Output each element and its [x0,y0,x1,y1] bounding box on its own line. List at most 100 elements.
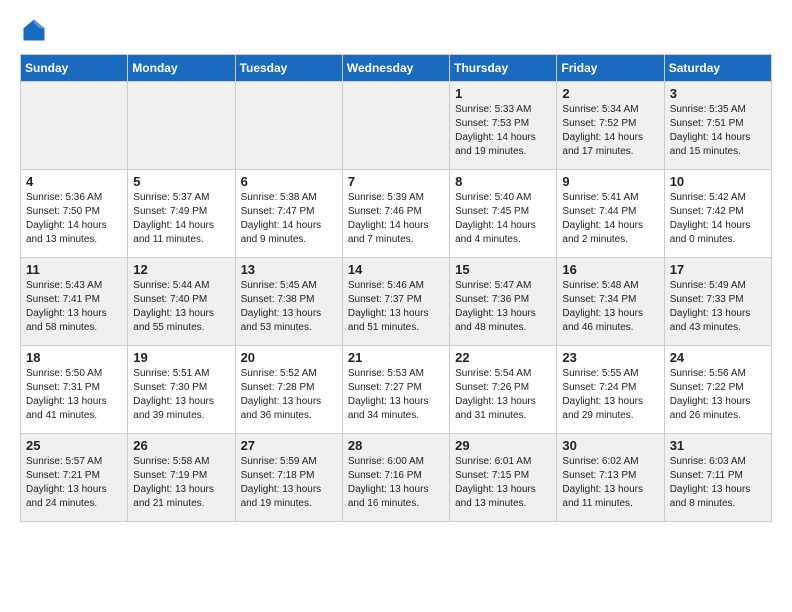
calendar-cell: 2 Sunrise: 5:34 AM Sunset: 7:52 PM Daylig… [557,82,664,170]
day-info: Sunrise: 5:45 AM Sunset: 7:38 PM Dayligh… [241,279,337,335]
day-number: 21 [348,350,444,365]
calendar-cell: 3 Sunrise: 5:35 AM Sunset: 7:51 PM Daylig… [664,82,771,170]
calendar-cell [128,82,235,170]
calendar-cell: 20Sunrise: 5:52 AM Sunset: 7:28 PM Dayli… [235,346,342,434]
day-number: 11 [26,262,122,277]
calendar-cell: 6Sunrise: 5:38 AM Sunset: 7:47 PM Daylig… [235,170,342,258]
day-info: Sunrise: 5:48 AM Sunset: 7:34 PM Dayligh… [562,279,658,335]
calendar-cell: 31Sunrise: 6:03 AM Sunset: 7:11 PM Dayli… [664,434,771,522]
week-row-4: 18Sunrise: 5:50 AM Sunset: 7:31 PM Dayli… [21,346,772,434]
calendar-cell: 19 Sunrise: 5:51 AM Sunset: 7:30 PM Dayli… [128,346,235,434]
calendar-cell: 23 Sunrise: 5:55 AM Sunset: 7:24 PM Dayli… [557,346,664,434]
day-info: Sunrise: 5:44 AM Sunset: 7:40 PM Dayligh… [133,279,229,335]
day-number: 24 [670,350,766,365]
day-info: Sunrise: 6:03 AM Sunset: 7:11 PM Dayligh… [670,455,766,511]
header-wednesday: Wednesday [342,55,449,82]
day-info: Sunrise: 5:37 AM Sunset: 7:49 PM Dayligh… [133,191,229,247]
day-number: 17 [670,262,766,277]
day-info: Sunrise: 6:00 AM Sunset: 7:16 PM Dayligh… [348,455,444,511]
logo-icon [20,16,48,44]
header-monday: Monday [128,55,235,82]
week-row-3: 11 Sunrise: 5:43 AM Sunset: 7:41 PM Dayli… [21,258,772,346]
day-info: Sunrise: 5:49 AM Sunset: 7:33 PM Dayligh… [670,279,766,335]
day-number: 26 [133,438,229,453]
header-tuesday: Tuesday [235,55,342,82]
day-info: Sunrise: 5:42 AM Sunset: 7:42 PM Dayligh… [670,191,766,247]
calendar-cell: 15 Sunrise: 5:47 AM Sunset: 7:36 PM Dayli… [450,258,557,346]
day-number: 27 [241,438,337,453]
week-row-5: 25 Sunrise: 5:57 AM Sunset: 7:21 PM Dayli… [21,434,772,522]
day-info: Sunrise: 5:54 AM Sunset: 7:26 PM Dayligh… [455,367,551,423]
calendar-cell: 27 Sunrise: 5:59 AM Sunset: 7:18 PM Dayli… [235,434,342,522]
calendar-table: SundayMondayTuesdayWednesdayThursdayFrid… [20,54,772,522]
day-number: 3 [670,86,766,101]
calendar-cell: 26 Sunrise: 5:58 AM Sunset: 7:19 PM Dayli… [128,434,235,522]
day-info: Sunrise: 5:51 AM Sunset: 7:30 PM Dayligh… [133,367,229,423]
calendar-cell: 21Sunrise: 5:53 AM Sunset: 7:27 PM Dayli… [342,346,449,434]
day-info: Sunrise: 5:41 AM Sunset: 7:44 PM Dayligh… [562,191,658,247]
day-info: Sunrise: 5:34 AM Sunset: 7:52 PM Dayligh… [562,103,658,159]
day-info: Sunrise: 5:43 AM Sunset: 7:41 PM Dayligh… [26,279,122,335]
week-row-1: 1Sunrise: 5:33 AM Sunset: 7:53 PM Daylig… [21,82,772,170]
day-info: Sunrise: 5:58 AM Sunset: 7:19 PM Dayligh… [133,455,229,511]
day-number: 1 [455,86,551,101]
day-number: 2 [562,86,658,101]
day-number: 14 [348,262,444,277]
header-sunday: Sunday [21,55,128,82]
calendar-cell: 10Sunrise: 5:42 AM Sunset: 7:42 PM Dayli… [664,170,771,258]
calendar-header: SundayMondayTuesdayWednesdayThursdayFrid… [21,55,772,82]
day-info: Sunrise: 5:56 AM Sunset: 7:22 PM Dayligh… [670,367,766,423]
day-number: 13 [241,262,337,277]
calendar-cell: 14 Sunrise: 5:46 AM Sunset: 7:37 PM Dayli… [342,258,449,346]
day-number: 19 [133,350,229,365]
day-number: 9 [562,174,658,189]
calendar-cell: 8Sunrise: 5:40 AM Sunset: 7:45 PM Daylig… [450,170,557,258]
header-row: SundayMondayTuesdayWednesdayThursdayFrid… [21,55,772,82]
calendar-cell: 22 Sunrise: 5:54 AM Sunset: 7:26 PM Dayli… [450,346,557,434]
calendar-cell: 16 Sunrise: 5:48 AM Sunset: 7:34 PM Dayli… [557,258,664,346]
day-info: Sunrise: 5:36 AM Sunset: 7:50 PM Dayligh… [26,191,122,247]
day-info: Sunrise: 5:35 AM Sunset: 7:51 PM Dayligh… [670,103,766,159]
calendar-cell: 29 Sunrise: 6:01 AM Sunset: 7:15 PM Dayli… [450,434,557,522]
calendar-cell [235,82,342,170]
day-info: Sunrise: 6:02 AM Sunset: 7:13 PM Dayligh… [562,455,658,511]
logo [20,16,52,44]
day-info: Sunrise: 5:46 AM Sunset: 7:37 PM Dayligh… [348,279,444,335]
calendar-cell: 12 Sunrise: 5:44 AM Sunset: 7:40 PM Dayli… [128,258,235,346]
day-number: 22 [455,350,551,365]
calendar-cell: 25 Sunrise: 5:57 AM Sunset: 7:21 PM Dayli… [21,434,128,522]
day-info: Sunrise: 5:57 AM Sunset: 7:21 PM Dayligh… [26,455,122,511]
calendar-cell: 7Sunrise: 5:39 AM Sunset: 7:46 PM Daylig… [342,170,449,258]
calendar-cell: 4 Sunrise: 5:36 AM Sunset: 7:50 PM Daylig… [21,170,128,258]
calendar-cell [342,82,449,170]
header [20,16,772,44]
day-number: 23 [562,350,658,365]
calendar-body: 1Sunrise: 5:33 AM Sunset: 7:53 PM Daylig… [21,82,772,522]
calendar-cell: 17 Sunrise: 5:49 AM Sunset: 7:33 PM Dayli… [664,258,771,346]
header-saturday: Saturday [664,55,771,82]
calendar-cell: 24 Sunrise: 5:56 AM Sunset: 7:22 PM Dayli… [664,346,771,434]
calendar-cell: 1Sunrise: 5:33 AM Sunset: 7:53 PM Daylig… [450,82,557,170]
day-info: Sunrise: 6:01 AM Sunset: 7:15 PM Dayligh… [455,455,551,511]
day-number: 4 [26,174,122,189]
day-number: 5 [133,174,229,189]
day-number: 20 [241,350,337,365]
day-number: 15 [455,262,551,277]
day-number: 25 [26,438,122,453]
day-info: Sunrise: 5:55 AM Sunset: 7:24 PM Dayligh… [562,367,658,423]
day-info: Sunrise: 5:59 AM Sunset: 7:18 PM Dayligh… [241,455,337,511]
week-row-2: 4 Sunrise: 5:36 AM Sunset: 7:50 PM Daylig… [21,170,772,258]
day-info: Sunrise: 5:50 AM Sunset: 7:31 PM Dayligh… [26,367,122,423]
day-info: Sunrise: 5:39 AM Sunset: 7:46 PM Dayligh… [348,191,444,247]
header-thursday: Thursday [450,55,557,82]
day-number: 16 [562,262,658,277]
header-friday: Friday [557,55,664,82]
day-number: 29 [455,438,551,453]
calendar-cell: 18Sunrise: 5:50 AM Sunset: 7:31 PM Dayli… [21,346,128,434]
day-number: 30 [562,438,658,453]
calendar-cell: 30 Sunrise: 6:02 AM Sunset: 7:13 PM Dayli… [557,434,664,522]
day-info: Sunrise: 5:47 AM Sunset: 7:36 PM Dayligh… [455,279,551,335]
day-number: 12 [133,262,229,277]
calendar-cell: 11 Sunrise: 5:43 AM Sunset: 7:41 PM Dayli… [21,258,128,346]
day-number: 8 [455,174,551,189]
